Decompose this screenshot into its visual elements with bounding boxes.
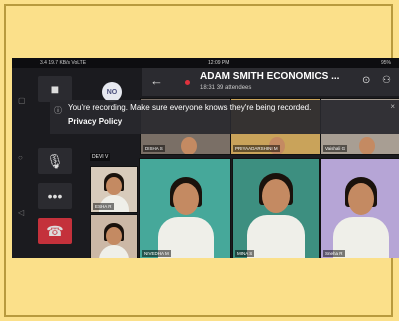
participant-name: MINA S xyxy=(235,250,255,257)
recording-indicator xyxy=(185,80,190,85)
meeting-title[interactable]: ADAM SMITH ECONOMICS ... xyxy=(200,71,339,82)
close-icon[interactable]: × xyxy=(390,102,395,111)
hangup-icon: ☎ xyxy=(46,222,64,239)
chat-icon[interactable]: ⊙ xyxy=(362,75,370,86)
participant-tile[interactable]: Sneha R xyxy=(320,158,399,258)
microphone-button[interactable]: 🎙 xyxy=(38,148,72,174)
recording-message: You're recording. Make sure everyone kno… xyxy=(68,103,312,112)
avatar[interactable]: NO xyxy=(102,82,122,102)
participant-tile[interactable]: NIVEDHA M xyxy=(139,158,231,258)
microphone-icon: 🎙 xyxy=(46,152,64,169)
participant-name: Sneha R xyxy=(323,250,345,257)
participant-name: DISHA S xyxy=(143,145,165,152)
video-camera-icon: ■ xyxy=(50,81,60,97)
devi-badge: DEVI V xyxy=(90,153,111,161)
more-options-button[interactable]: ••• xyxy=(38,183,72,209)
meeting-duration: 18:31 xyxy=(200,85,216,91)
participant-name: NIVEDHA M xyxy=(142,250,171,257)
privacy-policy-link[interactable]: Privacy Policy xyxy=(68,117,122,126)
participant-tile[interactable]: MINA S xyxy=(232,158,320,258)
meeting-subtitle: 18:31 39 attendees xyxy=(200,85,251,91)
participant-tile[interactable]: ESHA R xyxy=(90,166,138,213)
participant-name: ESHA R xyxy=(93,203,114,210)
video-camera-button[interactable]: ■ xyxy=(38,76,72,102)
back-arrow-icon[interactable]: ← xyxy=(150,73,163,88)
participant-name: Vaishali G xyxy=(323,145,348,152)
participant-name: PRIYAADARSHINI M xyxy=(233,145,280,152)
battery-level: 95% xyxy=(380,60,391,66)
clock: 12:09 PM xyxy=(208,60,230,66)
meeting-header: ← ADAM SMITH ECONOMICS ... 18:31 39 atte… xyxy=(142,68,399,96)
participants-icon[interactable]: ⚇ xyxy=(382,75,391,86)
attendee-count: 39 attendees xyxy=(216,85,252,91)
participant-tile[interactable] xyxy=(90,214,138,258)
info-icon: ⓘ xyxy=(54,106,62,115)
status-bar: 3.4 19.7 KB/s VoLTE 12:09 PM 95% xyxy=(12,58,399,68)
teams-meeting-screen: 3.4 19.7 KB/s VoLTE 12:09 PM 95% ▢ ○ ◁ ■… xyxy=(12,58,399,258)
recording-banner: ⓘ You're recording. Make sure everyone k… xyxy=(50,100,399,134)
hang-up-button[interactable]: ☎ xyxy=(38,218,72,244)
more-options-icon: ••• xyxy=(47,188,63,204)
network-status: 3.4 19.7 KB/s VoLTE xyxy=(40,60,87,66)
